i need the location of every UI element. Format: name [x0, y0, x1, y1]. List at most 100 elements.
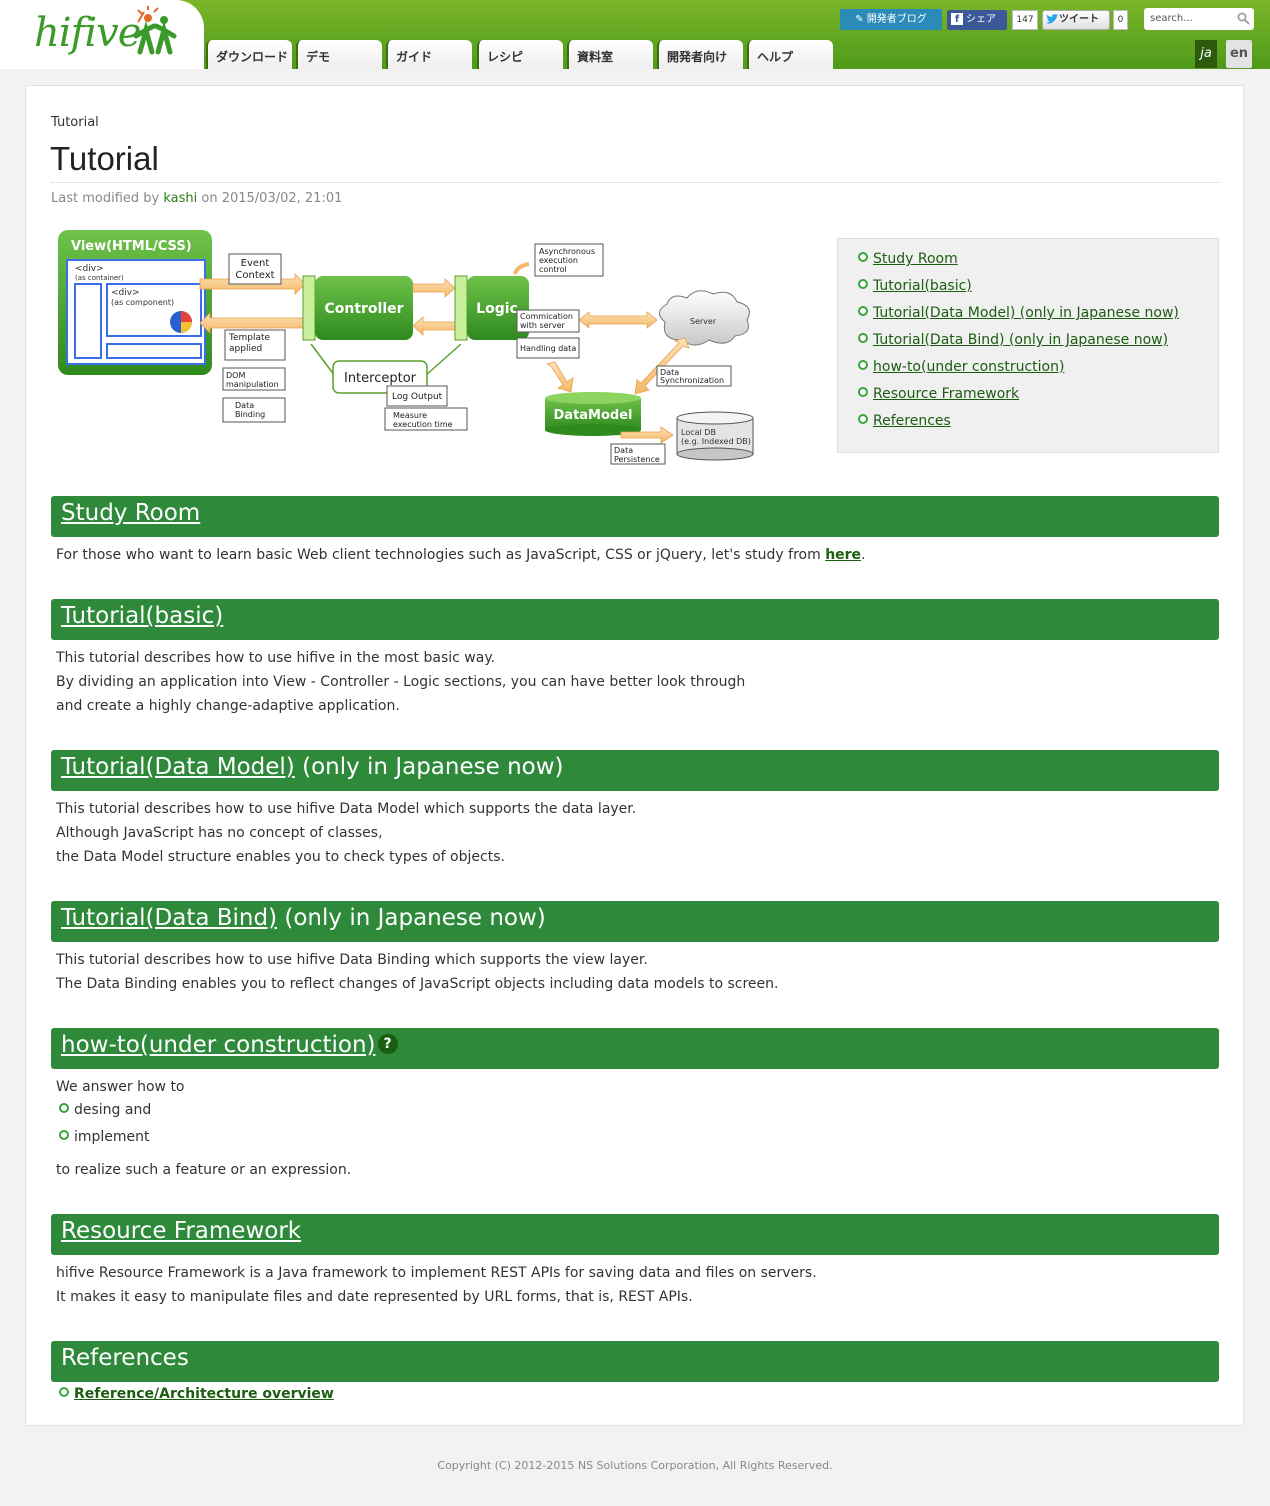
section-link-data-model[interactable]: Tutorial(Data Model) [61, 754, 295, 780]
svg-text:Local DB: Local DB [681, 428, 716, 437]
bullet-icon [59, 1103, 69, 1113]
section-link-resource-framework[interactable]: Resource Framework [61, 1218, 301, 1244]
toc-item-how-to[interactable]: how-to(under construction) [858, 359, 1064, 377]
section-suffix: (only in Japanese now) [277, 905, 546, 931]
nav-tab-library[interactable]: 資料室 [567, 40, 653, 69]
toc-link[interactable]: Tutorial(Data Model) (only in Japanese n… [873, 305, 1179, 321]
share-label: シェア [966, 14, 996, 25]
developer-blog-button[interactable]: ✎ 開発者ブログ [840, 9, 942, 30]
section-link-study-room[interactable]: Study Room [61, 500, 200, 526]
author-link[interactable]: kashi [163, 191, 197, 206]
svg-text:<div>: <div> [111, 288, 140, 298]
bullet-icon [59, 1387, 69, 1397]
view-title: View(HTML/CSS) [71, 239, 192, 254]
search-placeholder: search... [1150, 13, 1193, 24]
nav-tab-help[interactable]: ヘルプ [747, 40, 833, 69]
text-line: and create a highly change-adaptive appl… [56, 698, 400, 714]
toc-link[interactable]: Tutorial(Data Bind) (only in Japanese no… [873, 332, 1168, 348]
svg-text:manipulation: manipulation [226, 380, 279, 389]
svg-text:control: control [539, 265, 567, 274]
facebook-icon: f [951, 13, 963, 25]
text-line: the Data Model structure enables you to … [56, 849, 505, 865]
list-item-text: desing and [74, 1102, 152, 1118]
nav-tab-developer[interactable]: 開発者向け [657, 40, 743, 69]
nav-tab-demo[interactable]: デモ [296, 40, 382, 69]
toc-item-tutorial-basic[interactable]: Tutorial(basic) [858, 278, 972, 296]
search-icon[interactable] [1237, 12, 1250, 25]
how-to-outro: to realize such a feature or an expressi… [56, 1162, 352, 1178]
section-link-tutorial-basic[interactable]: Tutorial(basic) [61, 603, 223, 629]
facebook-share-button[interactable]: f シェア [947, 10, 1007, 30]
section-heading-study-room: Study Room [51, 496, 1219, 537]
blog-button-label: 開発者ブログ [866, 14, 927, 25]
section-heading-tutorial-basic: Tutorial(basic) [51, 599, 1219, 640]
toc-link[interactable]: References [873, 413, 951, 429]
lang-ja-button[interactable]: ja [1195, 40, 1217, 68]
section-heading-resource-framework: Resource Framework [51, 1214, 1219, 1255]
svg-text:Binding: Binding [235, 410, 265, 419]
tweet-label: ツイート [1059, 14, 1099, 25]
svg-text:execution: execution [539, 256, 578, 265]
svg-text:Handling data: Handling data [520, 344, 576, 353]
toc-item-resource-framework[interactable]: Resource Framework [858, 386, 1019, 404]
help-question-icon[interactable]: ? [377, 1034, 398, 1054]
svg-text:Server: Server [690, 317, 717, 326]
section-heading-data-bind: Tutorial(Data Bind) (only in Japanese no… [51, 901, 1219, 942]
bullet-icon [59, 1130, 69, 1140]
svg-text:DataModel: DataModel [554, 408, 633, 423]
study-room-description: For those who want to learn basic Web cl… [56, 547, 826, 563]
text-line: The Data Binding enables you to reflect … [56, 976, 779, 992]
toc-link[interactable]: Resource Framework [873, 386, 1019, 402]
bullet-icon [858, 306, 868, 316]
section-heading-references: References [51, 1341, 1219, 1382]
toc-item-data-bind[interactable]: Tutorial(Data Bind) (only in Japanese no… [858, 332, 1168, 350]
table-of-contents: Study Room Tutorial(basic) Tutorial(Data… [837, 238, 1219, 453]
toc-link[interactable]: Tutorial(basic) [873, 278, 972, 294]
tweet-count: 0 [1113, 10, 1128, 30]
svg-text:(as container): (as container) [75, 274, 124, 282]
svg-text:Data: Data [235, 401, 254, 410]
toc-item-data-model[interactable]: Tutorial(Data Model) (only in Japanese n… [858, 305, 1179, 323]
svg-text:(as component): (as component) [111, 298, 174, 307]
toc-link[interactable]: how-to(under construction) [873, 359, 1064, 375]
logo-area[interactable]: hifive [0, 0, 204, 69]
nav-tab-recipe[interactable]: レシピ [477, 40, 563, 69]
lang-en-button[interactable]: en [1226, 40, 1252, 68]
bullet-icon [858, 414, 868, 424]
bullet-icon [858, 279, 868, 289]
toc-item-study-room[interactable]: Study Room [858, 251, 958, 269]
section-heading-how-to: how-to(under construction)? [51, 1028, 1219, 1069]
reference-item[interactable]: Reference/Architecture overview [59, 1386, 334, 1402]
section-link-data-bind[interactable]: Tutorial(Data Bind) [61, 905, 277, 931]
svg-text:Logic: Logic [476, 301, 518, 317]
nav-tab-download[interactable]: ダウンロード [206, 40, 292, 69]
svg-text:Log Output: Log Output [392, 392, 443, 402]
twitter-bird-icon [1046, 14, 1058, 24]
tutorial-basic-text: This tutorial describes how to use hifiv… [56, 646, 745, 718]
bullet-icon [858, 252, 868, 262]
text-line: It makes it easy to manipulate files and… [56, 1289, 693, 1305]
meta-prefix: Last modified by [51, 191, 160, 206]
architecture-overview-link[interactable]: Reference/Architecture overview [74, 1386, 334, 1402]
svg-text:Event: Event [241, 258, 270, 269]
bullet-icon [858, 333, 868, 343]
svg-text:Template: Template [228, 333, 271, 343]
page-title: Tutorial [50, 140, 159, 177]
nav-tab-guide[interactable]: ガイド [386, 40, 472, 69]
architecture-diagram: View(HTML/CSS) <div> (as container) <div… [58, 230, 754, 465]
bullet-icon [858, 387, 868, 397]
how-to-intro: We answer how to [56, 1079, 185, 1095]
meta-date: on 2015/03/02, 21:01 [201, 191, 343, 206]
tweet-button[interactable]: ツイート [1042, 10, 1110, 30]
section-link-how-to[interactable]: how-to(under construction) [61, 1032, 376, 1058]
svg-text:applied: applied [229, 344, 262, 354]
toc-link[interactable]: Study Room [873, 251, 958, 267]
top-header: hifive ダウンロード デモ ガイド レシピ 資料室 開発者向け ヘルプ ✎… [0, 0, 1270, 69]
search-input[interactable]: search... [1144, 8, 1254, 30]
svg-text:Context: Context [235, 270, 274, 281]
here-link[interactable]: here [825, 547, 861, 563]
text-line: hifive Resource Framework is a Java fram… [56, 1265, 817, 1281]
svg-text:Asynchronous: Asynchronous [539, 247, 595, 256]
toc-item-references[interactable]: References [858, 413, 951, 431]
svg-text:(e.g. Indexed DB): (e.g. Indexed DB) [681, 437, 751, 446]
